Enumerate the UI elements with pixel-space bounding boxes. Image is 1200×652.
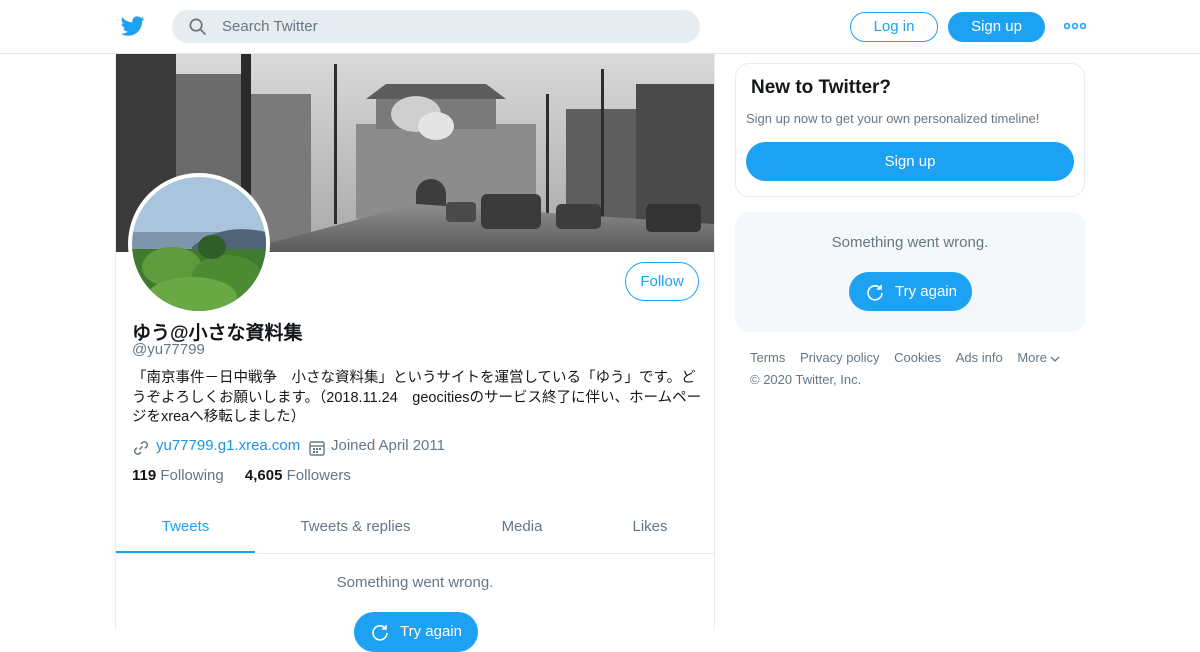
sidebar-error-message: Something went wrong. xyxy=(831,234,989,251)
following-stat[interactable]: 119 Following xyxy=(132,467,224,484)
top-navigation-bar: Log in Sign up xyxy=(0,0,1200,54)
footer-links: Terms Privacy policy Cookies Ads info Mo… xyxy=(750,350,1090,365)
sidebar-signup-button[interactable]: Sign up xyxy=(746,142,1074,181)
tab-tweets-and-replies[interactable]: Tweets & replies xyxy=(288,506,423,553)
profile-website-link[interactable]: yu77799.g1.xrea.com xyxy=(156,437,300,454)
timeline-try-again-button[interactable]: Try again xyxy=(354,612,478,652)
link-icon xyxy=(133,441,149,455)
profile-stats: 119 Following 4,605 Followers xyxy=(132,467,351,484)
footer-link-terms[interactable]: Terms xyxy=(750,350,785,365)
refresh-icon xyxy=(867,285,883,301)
sidebar-try-again-button[interactable]: Try again xyxy=(849,272,972,311)
profile-avatar[interactable] xyxy=(128,173,270,315)
chevron-down-icon xyxy=(1050,356,1060,362)
footer-link-cookies[interactable]: Cookies xyxy=(894,350,941,365)
sidebar-error-card: Something went wrong. Try again xyxy=(735,212,1085,332)
profile-handle: @yu77799 xyxy=(132,341,205,358)
footer-more-menu[interactable]: More xyxy=(1017,350,1060,365)
new-to-twitter-title: New to Twitter? xyxy=(751,77,892,98)
tab-media[interactable]: Media xyxy=(488,506,556,553)
profile-column: Follow ゆう@小さな資料集 @yu77799 「南京事件－日中戦争 小さな… xyxy=(115,54,715,652)
following-label: Following xyxy=(160,467,224,484)
sidebar-footer: Terms Privacy policy Cookies Ads info Mo… xyxy=(750,350,1090,387)
avatar-photo xyxy=(132,177,266,311)
tab-likes[interactable]: Likes xyxy=(624,506,676,553)
footer-link-ads-info[interactable]: Ads info xyxy=(956,350,1003,365)
profile-joined-date: Joined April 2011 xyxy=(331,437,445,454)
timeline-try-again-label: Try again xyxy=(400,623,462,640)
footer-more-label: More xyxy=(1017,350,1047,365)
followers-stat[interactable]: 4,605 Followers xyxy=(245,467,351,484)
footer-link-privacy-policy[interactable]: Privacy policy xyxy=(800,350,879,365)
sidebar-try-again-label: Try again xyxy=(895,283,957,300)
search-icon xyxy=(189,18,206,35)
footer-copyright: © 2020 Twitter, Inc. xyxy=(750,372,862,387)
twitter-bird-logo-icon[interactable] xyxy=(120,14,146,38)
new-to-twitter-subtitle: Sign up now to get your own personalized… xyxy=(746,111,1040,126)
search-input[interactable] xyxy=(222,10,682,43)
profile-bio: 「南京事件－日中戦争 小さな資料集」というサイトを運営している「ゆう」です。どう… xyxy=(132,370,702,425)
timeline-error-message: Something went wrong. xyxy=(336,574,494,591)
profile-tabs: Tweets Tweets & replies Media Likes xyxy=(116,506,714,554)
login-button[interactable]: Log in xyxy=(850,12,938,42)
search-box xyxy=(172,10,700,43)
followers-label: Followers xyxy=(286,467,351,484)
following-count: 119 xyxy=(132,467,157,484)
tab-tweets[interactable]: Tweets xyxy=(116,506,255,553)
more-options-icon[interactable] xyxy=(1064,19,1086,33)
followers-count: 4,605 xyxy=(244,467,283,484)
signup-button[interactable]: Sign up xyxy=(948,12,1045,42)
new-to-twitter-card: New to Twitter? Sign up now to get your … xyxy=(735,63,1085,197)
follow-button[interactable]: Follow xyxy=(625,262,699,301)
refresh-icon xyxy=(372,625,388,641)
calendar-icon xyxy=(309,441,325,456)
